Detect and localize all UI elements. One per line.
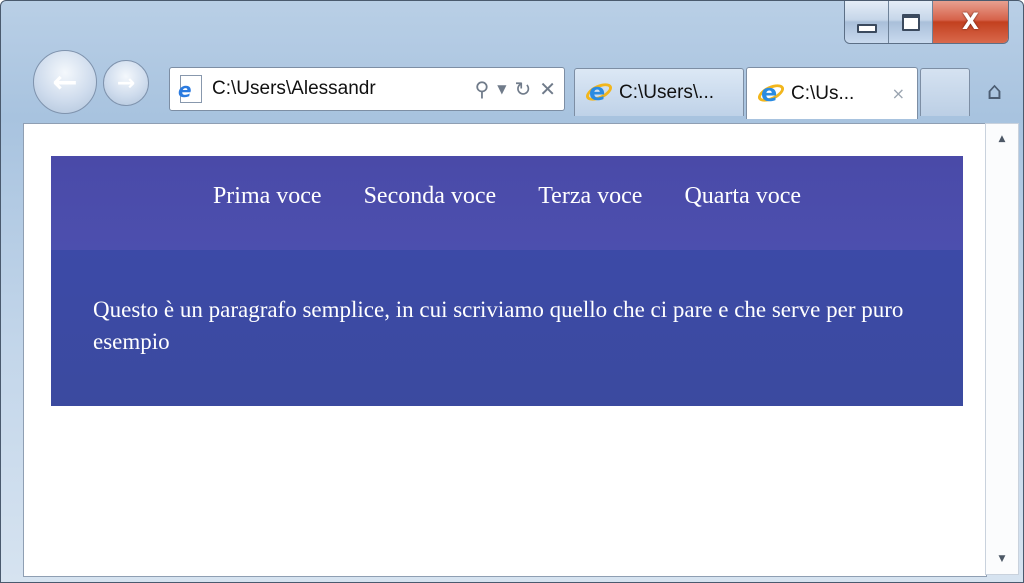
tab-close-icon[interactable]: × [892,84,905,103]
nav-item-terza-voce[interactable]: Terza voce [538,183,642,210]
dropdown-icon[interactable]: ▼ [497,82,506,96]
browser-window: X ← → e C:\Users\Alessandr ⚲ ▼ ↻ ✕ e C:\… [0,0,1024,583]
content-section: Questo è un paragrafo semplice, in cui s… [51,250,963,406]
tab-1[interactable]: e C:\Users\... [574,68,744,116]
nav-item-seconda-voce[interactable]: Seconda voce [364,183,497,210]
address-url[interactable]: C:\Users\Alessandr [212,78,427,100]
back-icon: ← [52,64,78,100]
maximize-icon [901,13,920,31]
window-controls: X [844,1,1009,44]
minimize-button[interactable] [845,1,889,43]
ie-icon: e [755,79,787,108]
new-tab-button[interactable] [920,68,970,116]
paragraph: Questo è un paragrafo semplice, in cui s… [93,297,904,354]
stop-icon[interactable]: ✕ [539,77,556,101]
search-icon[interactable]: ⚲ [475,77,490,101]
vertical-scrollbar[interactable]: ▲ ▼ [985,123,1019,575]
site-nav: Prima voce Seconda voce Terza voce Quart… [51,156,963,250]
close-icon: X [962,9,979,35]
home-icon[interactable]: ⌂ [987,77,1002,105]
tab-label: C:\Us... [791,82,855,104]
tab-2[interactable]: e C:\Us... × [746,67,918,119]
scroll-up-icon[interactable]: ▲ [986,134,1018,144]
nav-item-prima-voce[interactable]: Prima voce [213,183,322,210]
forward-button[interactable]: → [103,60,149,106]
address-bar[interactable]: e C:\Users\Alessandr ⚲ ▼ ↻ ✕ [169,67,565,111]
scroll-down-icon[interactable]: ▼ [986,554,1018,564]
refresh-icon[interactable]: ↻ [514,77,531,101]
close-window-button[interactable]: X [933,1,1008,43]
page-viewport: Prima voce Seconda voce Terza voce Quart… [23,123,987,577]
tab-label: C:\Users\... [619,81,715,103]
ie-icon: e [583,78,615,107]
nav-item-quarta-voce[interactable]: Quarta voce [684,183,801,210]
minimize-icon [856,23,877,33]
forward-icon: → [116,70,136,96]
page-icon: e [178,75,202,103]
back-button[interactable]: ← [33,50,97,114]
maximize-button[interactable] [889,1,933,43]
